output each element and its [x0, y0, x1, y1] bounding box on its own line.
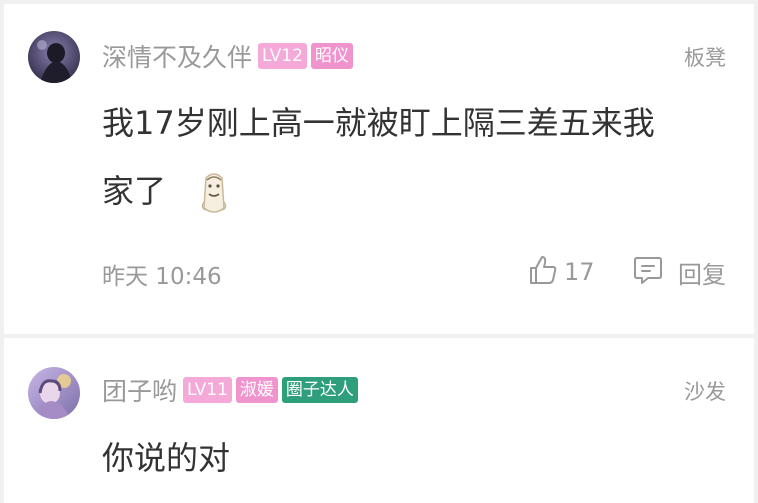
avatar[interactable] [28, 31, 80, 83]
comment-bubble-icon [632, 254, 664, 290]
thumbs-up-icon [528, 254, 558, 290]
username[interactable]: 团子哟 [102, 372, 177, 408]
avatar[interactable] [28, 367, 80, 419]
comment-text-line-2: 家了 [102, 157, 712, 225]
comment-content: 我17岁刚上高一就被盯上隔三差五来我 家了 [102, 89, 712, 225]
like-button[interactable]: 17 [528, 252, 595, 292]
user-info-row: 团子哟 LV11 淑媛 圈子达人 [102, 373, 362, 407]
floor-label: 板凳 [684, 46, 726, 70]
comment-content: 你说的对 [102, 424, 712, 492]
comment-text-line: 我17岁刚上高一就被盯上隔三差五来我 [102, 104, 655, 142]
floor-label: 沙发 [684, 380, 726, 404]
comment-text-line: 你说的对 [102, 439, 231, 477]
comment-card: 团子哟 LV11 淑媛 圈子达人 沙发 你说的对 [4, 338, 754, 503]
level-badge: LV12 [258, 43, 307, 69]
title-badge: 昭仪 [310, 43, 353, 69]
comment-text: 家了 [102, 172, 167, 210]
comment-card: 深情不及久伴 LV12 昭仪 板凳 我17岁刚上高一就被盯上隔三差五来我 家了 … [4, 4, 754, 334]
title-badge: 淑媛 [235, 377, 278, 403]
comment-timestamp: 昨天 10:46 [102, 264, 222, 290]
user-info-row: 深情不及久伴 LV12 昭仪 [102, 39, 357, 73]
like-count: 17 [564, 258, 595, 286]
level-badge: LV11 [183, 377, 232, 403]
reply-label: 回复 [678, 260, 726, 289]
group-badge: 圈子达人 [281, 377, 358, 403]
reply-button[interactable]: 回复 [632, 252, 726, 292]
meme-face-sticker-icon [194, 168, 234, 218]
username[interactable]: 深情不及久伴 [102, 38, 252, 74]
